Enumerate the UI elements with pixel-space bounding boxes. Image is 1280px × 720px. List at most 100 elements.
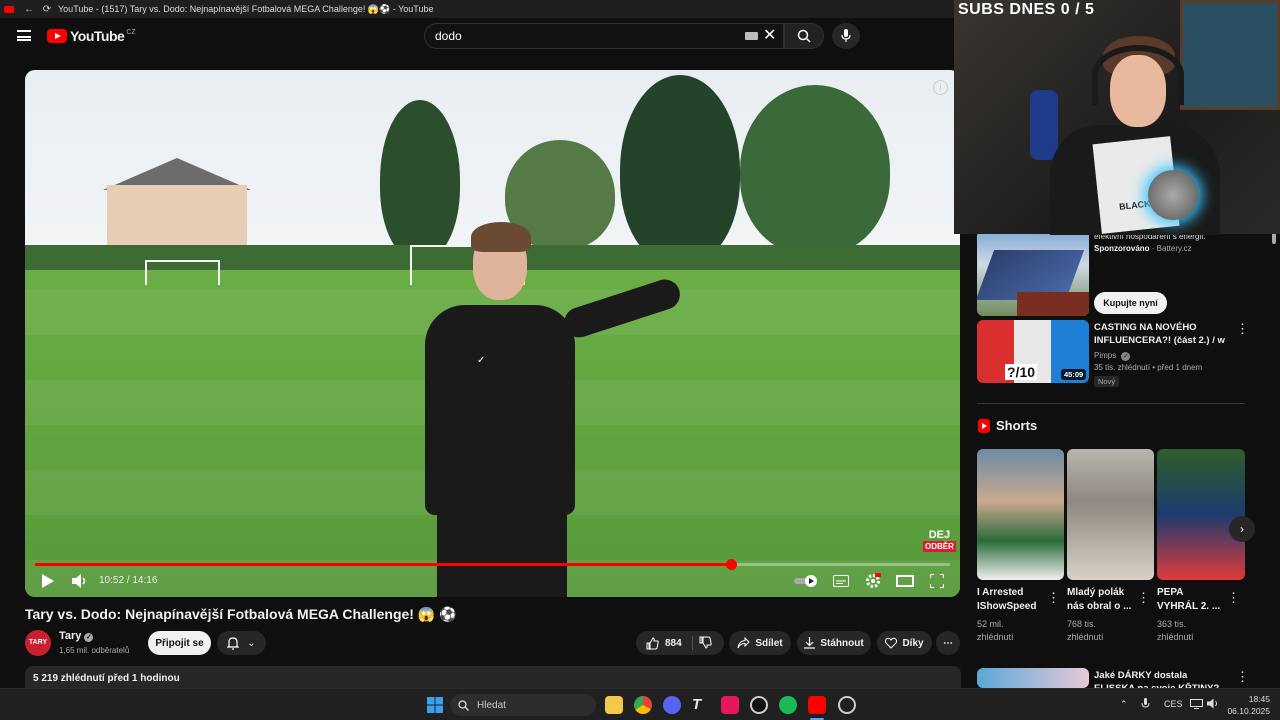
channel-name[interactable]: Tary ✓: [59, 630, 94, 642]
subtitles-button[interactable]: [831, 570, 851, 592]
tiktok-icon[interactable]: [721, 696, 739, 714]
monitor-icon[interactable]: [1190, 699, 1203, 709]
video-player[interactable]: ✓ i DEJ ODBĚR 10:52 / 14:16: [25, 70, 960, 597]
search-placeholder: Hledat: [477, 699, 506, 711]
bell-icon: [227, 636, 240, 650]
youtube-app-icon[interactable]: [808, 696, 826, 714]
video-frame-tree: [380, 100, 460, 260]
language-indicator[interactable]: CES: [1164, 699, 1183, 709]
microphone-icon: [1148, 170, 1198, 220]
search-icon: [797, 29, 811, 43]
more-horizontal-icon: ⋯: [943, 637, 953, 649]
short-thumbnail[interactable]: [1067, 449, 1154, 580]
watermark-bottom: ODBĚR: [923, 541, 956, 552]
thanks-button[interactable]: Díky: [877, 631, 932, 655]
taskbar-search[interactable]: Hledat: [450, 694, 596, 716]
search-input[interactable]: dodo: [424, 23, 784, 49]
more-vertical-icon[interactable]: ⋮: [1236, 670, 1249, 683]
short-title[interactable]: Mladý polák nás obral o ...: [1067, 586, 1135, 614]
keyboard-icon[interactable]: [745, 32, 758, 40]
video-thumbnail[interactable]: [977, 668, 1089, 688]
theater-mode-button[interactable]: [894, 570, 916, 592]
channel-name: Pimps: [1094, 351, 1117, 360]
progress-scrubber[interactable]: [725, 559, 737, 570]
more-vertical-icon[interactable]: ⋮: [1236, 322, 1249, 335]
sponsored-label: Sponzorováno: [1094, 244, 1150, 253]
volume-icon[interactable]: [1207, 698, 1219, 709]
fullscreen-icon: [930, 574, 944, 588]
video-title[interactable]: CASTING NA NOVÉHO INFLUENCERA?! (část 2.…: [1094, 321, 1229, 347]
roof-image: [1017, 292, 1089, 316]
dislike-button[interactable]: [699, 636, 712, 652]
volume-button[interactable]: [69, 570, 91, 592]
shorts-next-button[interactable]: ›: [1229, 516, 1255, 542]
views-and-date: 5 219 zhlédnutí před 1 hodinou: [33, 673, 180, 684]
menu-icon[interactable]: [17, 30, 31, 41]
progress-bar[interactable]: [35, 559, 950, 570]
taskbar-clock[interactable]: 18:45 06.10.2025: [1226, 693, 1270, 717]
voice-search-button[interactable]: [832, 23, 860, 49]
search-button[interactable]: [784, 23, 824, 49]
watermark-top: DEJ: [928, 529, 951, 541]
video-frame-tree: [620, 75, 740, 265]
shorts-icon: [978, 418, 990, 433]
more-actions-button[interactable]: ⋯: [936, 631, 960, 655]
more-vertical-icon[interactable]: ⋮: [1137, 591, 1150, 604]
obs-icon[interactable]: [750, 696, 768, 714]
youtube-play-icon: [47, 29, 67, 43]
shorts-header: Shorts: [978, 418, 1037, 433]
settings-app-icon[interactable]: [838, 696, 856, 714]
info-icon[interactable]: i: [933, 80, 948, 95]
goalpost: [145, 260, 220, 285]
autoplay-toggle[interactable]: [793, 570, 821, 592]
channel-avatar[interactable]: TARY: [25, 630, 51, 656]
short-title[interactable]: I Arrested IShowSpeed: [977, 586, 1045, 614]
divider: [977, 403, 1245, 404]
new-badge: Nový: [1094, 376, 1120, 387]
headphones-icon: [1092, 45, 1184, 105]
share-button[interactable]: Sdílet: [729, 631, 791, 655]
file-explorer-icon[interactable]: [605, 696, 623, 714]
webcam-chair: [1030, 90, 1058, 160]
time-display: 10:52 / 14:16: [99, 575, 158, 586]
verified-icon: ✓: [84, 633, 94, 642]
clear-search-icon[interactable]: ✕: [763, 28, 776, 44]
reload-icon[interactable]: ⟳: [40, 4, 54, 15]
logo-text: YouTube: [70, 28, 125, 44]
discord-icon[interactable]: [663, 696, 681, 714]
back-icon[interactable]: ←: [22, 4, 36, 15]
buy-now-button[interactable]: Kupujte nyní: [1094, 292, 1167, 314]
microphone-icon[interactable]: [1141, 698, 1150, 710]
short-thumbnail[interactable]: [977, 449, 1064, 580]
thumbs-down-icon: [699, 636, 712, 649]
video-title[interactable]: Jaké DÁRKY dostala ELISSKA na svoje KŘTI…: [1094, 669, 1229, 688]
notifications-button[interactable]: ⌄: [217, 631, 266, 655]
tray-chevron-icon[interactable]: ⌃: [1120, 699, 1128, 710]
like-button[interactable]: 884: [646, 636, 682, 650]
chrome-icon[interactable]: [634, 696, 652, 714]
sponsor-name[interactable]: Battery.cz: [1157, 244, 1192, 253]
subscribe-watermark[interactable]: DEJ ODBĚR: [923, 530, 956, 552]
more-vertical-icon[interactable]: ⋮: [1047, 591, 1060, 604]
play-button[interactable]: [39, 570, 57, 592]
youtube-logo[interactable]: YouTube CZ: [47, 28, 136, 44]
spotify-icon[interactable]: [779, 696, 797, 714]
settings-button[interactable]: [863, 570, 883, 592]
video-channel[interactable]: Pimps ✓: [1094, 350, 1131, 361]
ad-thumbnail[interactable]: [977, 230, 1089, 316]
video-frame-hair: [471, 222, 531, 252]
shirt-text: BLACK: [1118, 198, 1152, 212]
windows-start-icon[interactable]: [426, 696, 444, 714]
short-title[interactable]: PEPA VYHRÁL 2. ...: [1157, 586, 1225, 614]
download-button[interactable]: Stáhnout: [797, 631, 871, 655]
fullscreen-button[interactable]: [927, 570, 947, 592]
short-thumbnail[interactable]: [1157, 449, 1245, 580]
twitch-like-icon[interactable]: T: [692, 696, 710, 714]
more-vertical-icon[interactable]: ⋮: [1227, 591, 1240, 604]
webcam-window-background: [1180, 0, 1280, 110]
short-views: 768 tis. zhlédnutí: [1067, 619, 1104, 642]
search-icon: [458, 699, 469, 711]
video-title: Tary vs. Dodo: Nejnapínavější Fotbalová …: [25, 606, 457, 622]
download-icon: [804, 637, 816, 649]
join-button[interactable]: Připojit se: [148, 631, 211, 655]
